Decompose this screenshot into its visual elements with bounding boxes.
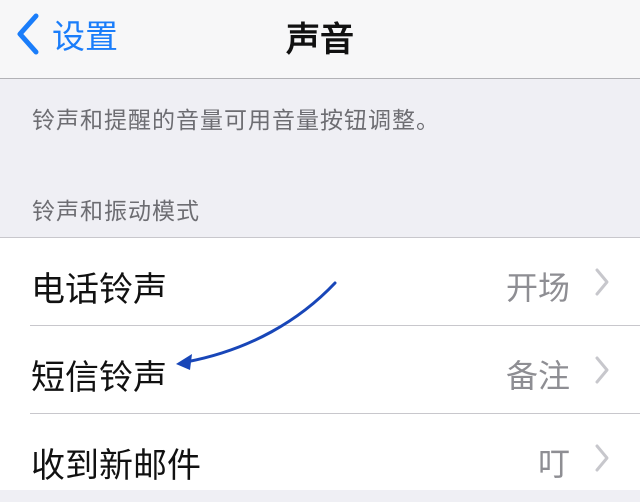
row-label: 收到新邮件 xyxy=(31,446,201,486)
page-title: 声音 xyxy=(286,20,354,60)
chevron-right-icon xyxy=(595,444,609,472)
chevron-right-icon xyxy=(595,268,609,296)
ringtone-settings-list: 电话铃声 开场 短信铃声 备注 收到新邮件 叮 xyxy=(0,237,640,490)
row-value: 备注 xyxy=(505,357,570,395)
row-value: 叮 xyxy=(537,445,570,483)
row-value: 开场 xyxy=(505,269,570,307)
navigation-bar: 设置 声音 xyxy=(0,0,640,79)
row-text-tone[interactable]: 短信铃声 备注 xyxy=(0,326,640,414)
row-label: 短信铃声 xyxy=(31,358,167,398)
row-label: 电话铃声 xyxy=(31,270,167,310)
row-ringtone[interactable]: 电话铃声 开场 xyxy=(0,238,640,326)
chevron-right-icon xyxy=(595,356,609,384)
volume-hint-text: 铃声和提醒的音量可用音量按钮调整。 xyxy=(32,108,440,134)
section-header-ringtones: 铃声和振动模式 xyxy=(32,199,200,225)
